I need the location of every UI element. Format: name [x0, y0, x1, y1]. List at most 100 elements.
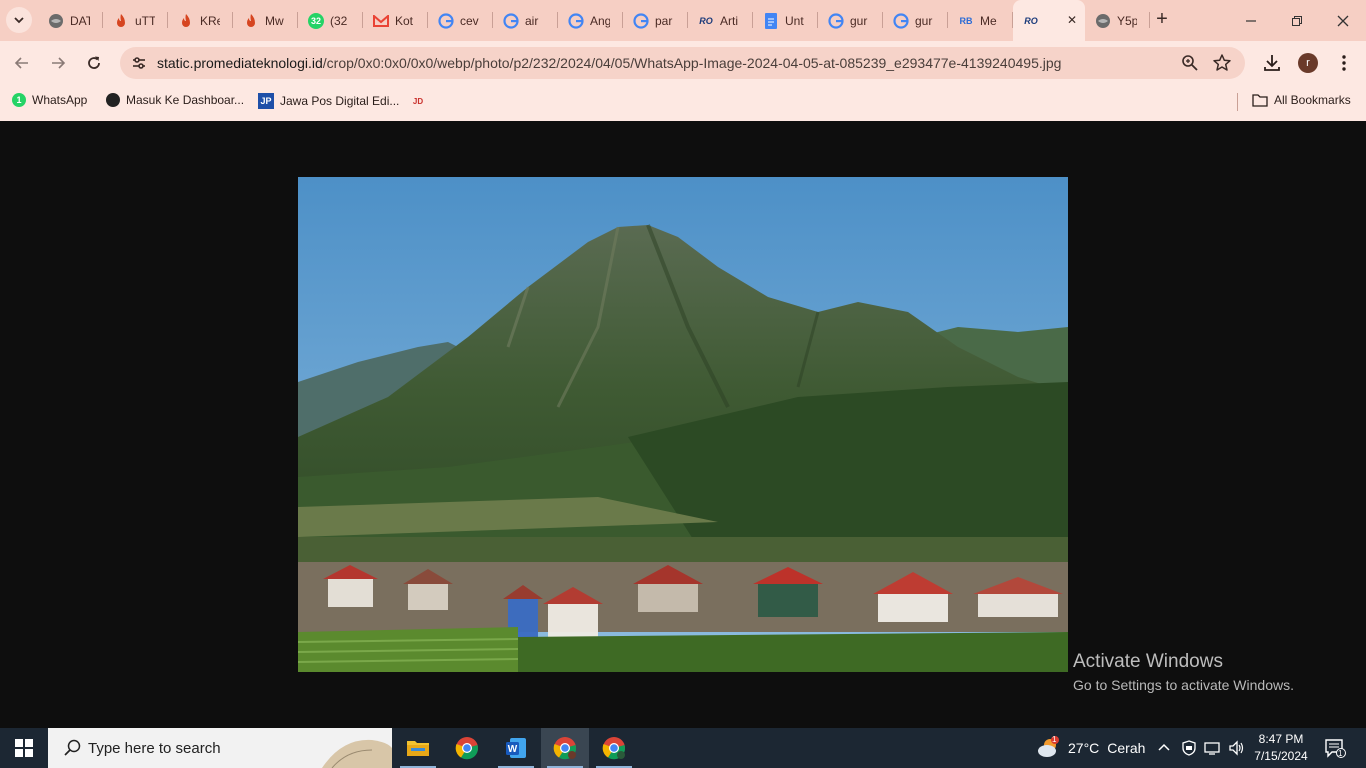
tab[interactable]: Kot	[363, 0, 428, 41]
tab[interactable]: gur	[818, 0, 883, 41]
tab[interactable]: par	[623, 0, 688, 41]
minimize-button[interactable]	[1228, 0, 1274, 41]
tab-title: Mw	[265, 13, 284, 28]
google-icon	[828, 12, 844, 29]
network-tray-button[interactable]	[1204, 728, 1222, 768]
search-placeholder: Type here to search	[88, 739, 221, 757]
taskbar-chrome[interactable]	[443, 728, 491, 768]
star-icon[interactable]	[1212, 53, 1232, 73]
site-info-icon[interactable]	[130, 54, 148, 72]
show-hidden-icons-button[interactable]	[1157, 728, 1171, 768]
all-bookmarks-label: All Bookmarks	[1274, 93, 1351, 107]
address-bar[interactable]: static.promediateknologi.id/crop/0x0:0x0…	[120, 47, 1245, 79]
tab[interactable]: Y5p	[1085, 0, 1150, 41]
taskbar-word[interactable]: W	[492, 728, 540, 768]
flame-icon	[243, 13, 259, 29]
tab[interactable]: 32 (32	[298, 0, 363, 41]
tab-title: gur	[915, 13, 933, 28]
zoom-icon[interactable]	[1180, 53, 1200, 73]
mountain-photo[interactable]	[298, 177, 1068, 672]
restore-button[interactable]	[1274, 0, 1320, 41]
tab[interactable]: air	[493, 0, 558, 41]
tab-title: Unt	[785, 13, 804, 28]
all-bookmarks-button[interactable]: All Bookmarks	[1252, 93, 1351, 107]
notification-count: 1	[1338, 749, 1343, 758]
page-viewport: Activate Windows Go to Settings to activ…	[0, 121, 1366, 728]
taskbar-search[interactable]: Type here to search	[48, 728, 392, 768]
clock-time: 8:47 PM	[1258, 732, 1304, 746]
tab[interactable]: cev	[428, 0, 493, 41]
close-tab-icon[interactable]: ✕	[1067, 13, 1077, 27]
bookmark-jdih[interactable]: JD	[410, 93, 426, 109]
tab-title: Arti	[720, 13, 738, 28]
chrome-icon	[602, 737, 626, 760]
tab[interactable]: RO Arti	[688, 0, 753, 41]
word-icon: W	[506, 738, 526, 758]
taskbar-chrome-profile-h[interactable]	[590, 728, 638, 768]
tab[interactable]: Ang	[558, 0, 623, 41]
network-icon	[1204, 742, 1220, 755]
reload-icon	[88, 56, 100, 69]
action-center-button[interactable]: 1	[1324, 728, 1346, 768]
tab-title: KRe	[200, 13, 220, 28]
downloads-button[interactable]	[1261, 52, 1283, 74]
tab[interactable]: gur	[883, 0, 948, 41]
tab[interactable]: KRe	[168, 0, 233, 41]
chevron-down-icon	[14, 17, 24, 24]
bookmark-jawapos[interactable]: JP Jawa Pos Digital Edi...	[258, 93, 399, 109]
bookmarks-bar: 1 WhatsApp Masuk Ke Dashboar... JP Jawa …	[0, 85, 1366, 121]
security-tray-button[interactable]	[1181, 728, 1197, 768]
tab-title: cev	[460, 13, 479, 28]
browser-menu-button[interactable]	[1333, 52, 1355, 74]
tab[interactable]: Unt	[753, 0, 818, 41]
taskbar-chrome-profile-r[interactable]	[541, 728, 589, 768]
download-icon	[1264, 55, 1280, 71]
tab-title: Y5p	[1117, 13, 1137, 28]
watermark-title: Activate Windows	[1073, 651, 1223, 672]
jdih-icon: JD	[412, 96, 424, 106]
tab[interactable]: Mw	[233, 0, 298, 41]
profile-button[interactable]: r	[1297, 52, 1319, 74]
folder-icon	[407, 741, 429, 756]
bookmark-label: WhatsApp	[32, 93, 88, 107]
weather-widget[interactable]: 1 27°C Cerah	[1036, 728, 1145, 768]
tab-title: Ang	[590, 13, 610, 28]
folder-icon	[1252, 94, 1268, 107]
docs-icon	[763, 12, 779, 29]
taskbar-clock[interactable]: 8:47 PM 7/15/2024	[1250, 731, 1312, 765]
forward-button[interactable]	[44, 49, 72, 77]
tab-active[interactable]: RO ✕	[1013, 0, 1085, 41]
google-icon	[503, 12, 519, 29]
back-button[interactable]	[8, 49, 36, 77]
tab-search-button[interactable]	[6, 7, 32, 33]
url-text[interactable]: static.promediateknologi.id/crop/0x0:0x0…	[157, 55, 1061, 71]
tab[interactable]: uTT	[103, 0, 168, 41]
bookmark-label: Masuk Ke Dashboar...	[126, 93, 245, 107]
search-highlight-graphic	[322, 739, 392, 768]
tab[interactable]: RB Me	[948, 0, 1013, 41]
tab-title: DAT	[70, 13, 90, 28]
reload-button[interactable]	[80, 49, 108, 77]
jp-icon: JP	[258, 93, 274, 109]
close-window-button[interactable]	[1320, 0, 1366, 41]
kebab-menu-icon	[1342, 55, 1346, 71]
bookmark-whatsapp[interactable]: 1 WhatsApp	[12, 93, 87, 107]
tab-strip: DAT uTT KRe Mw 32 (32 Kot cev air Ang par RO Arti Unt…	[0, 0, 1366, 41]
chevron-up-icon	[1158, 743, 1170, 751]
google-icon	[893, 12, 909, 29]
taskbar-file-explorer[interactable]	[394, 728, 442, 768]
ro-icon: RO	[699, 15, 713, 26]
whatsapp-icon: 1	[12, 93, 26, 107]
bookmark-dashboard[interactable]: Masuk Ke Dashboar...	[106, 93, 244, 107]
new-tab-button[interactable]: +	[1150, 8, 1174, 32]
whatsapp-icon: 32	[308, 12, 324, 29]
speaker-icon	[1229, 740, 1244, 756]
url-path: /crop/0x0:0x0/0x0/webp/photo/p2/232/2024…	[322, 55, 1062, 71]
weather-condition: Cerah	[1107, 740, 1146, 756]
volume-tray-button[interactable]	[1228, 728, 1246, 768]
globe-dark-icon	[106, 93, 120, 107]
arrow-right-icon	[52, 57, 66, 69]
start-button[interactable]	[0, 728, 48, 768]
tab[interactable]: DAT	[38, 0, 103, 41]
tab-title: Me	[980, 13, 997, 28]
